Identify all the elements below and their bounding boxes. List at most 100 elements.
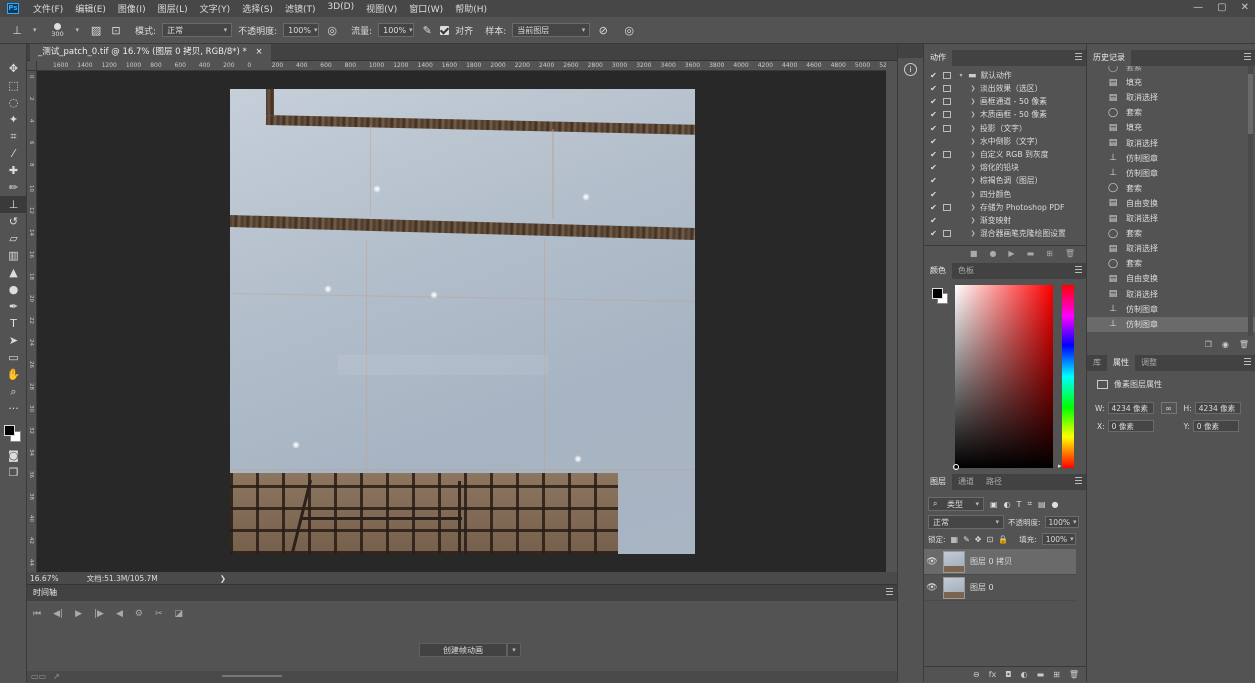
check-icon[interactable]: ✔	[928, 163, 939, 172]
history-state[interactable]: ⊥ 仿制图章	[1087, 166, 1255, 181]
blur-tool-icon[interactable]: ▲	[0, 264, 27, 281]
quick-mask-icon[interactable]: ◙	[0, 447, 27, 464]
settings-icon[interactable]: ⚙	[135, 609, 143, 619]
chevron-right-icon[interactable]: ❯	[968, 138, 978, 145]
check-icon[interactable]: ✔	[928, 110, 939, 119]
color-picker-cursor[interactable]	[953, 464, 959, 470]
history-state[interactable]: ⊥ 仿制图章	[1087, 151, 1255, 166]
visibility-eye-icon[interactable]: 👁	[924, 557, 940, 567]
check-icon[interactable]: ✔	[928, 150, 939, 159]
adjustment-icon[interactable]: ◐	[1021, 670, 1028, 679]
action-item[interactable]: ✔ ❯ 画框通道 - 50 像素	[924, 95, 1087, 108]
zoom-level[interactable]: 16.67%	[30, 574, 59, 583]
check-icon[interactable]: ✔	[928, 97, 939, 106]
magic-wand-tool-icon[interactable]: ✦	[0, 111, 27, 128]
chevron-right-icon[interactable]: ❯	[968, 204, 978, 211]
tab-paths[interactable]: 路径	[980, 474, 1008, 490]
eyedropper-tool-icon[interactable]: ⁄	[0, 145, 27, 162]
action-item[interactable]: ✔ ❯ 棕褐色调（图层）	[924, 174, 1087, 187]
brush-tool-icon[interactable]: ✏	[0, 179, 27, 196]
layer-name[interactable]: 图层 0 拷贝	[970, 556, 1012, 567]
check-icon[interactable]: ✔	[928, 229, 939, 238]
adjustment-filter-icon[interactable]: ◐	[1004, 500, 1011, 509]
type-filter-icon[interactable]: T	[1017, 500, 1022, 509]
canvas-area[interactable]	[37, 71, 886, 572]
menu-item[interactable]: 窗口(W)	[403, 2, 449, 15]
menu-item[interactable]: 3D(D)	[321, 2, 360, 15]
dialog-toggle-icon[interactable]	[943, 98, 951, 106]
audio-icon[interactable]: ◀	[116, 609, 123, 619]
render-icon[interactable]: ↗	[53, 672, 60, 681]
maximize-icon[interactable]: ▢	[1217, 2, 1226, 13]
healing-brush-tool-icon[interactable]: ✚	[0, 162, 27, 179]
history-state[interactable]: ⊥ 仿制图章	[1087, 302, 1255, 317]
record-icon[interactable]: ●	[989, 249, 996, 258]
lock-all-icon[interactable]: 🔒	[998, 535, 1008, 544]
tab-actions[interactable]: 动作	[924, 50, 952, 66]
history-state[interactable]: ⊥ 仿制图章	[1087, 316, 1255, 332]
layer-opacity-input[interactable]: 100% ▾	[1044, 516, 1079, 528]
action-item[interactable]: ✔ ❯ 混合器画笔克隆绘图设置	[924, 227, 1087, 240]
action-item[interactable]: ✔ ❯ 存储为 Photoshop PDF	[924, 201, 1087, 214]
check-icon[interactable]: ✔	[928, 137, 939, 146]
history-state[interactable]: ▤ 自由变换	[1087, 196, 1255, 211]
move-tool-icon[interactable]: ✥	[0, 60, 27, 77]
close-icon[interactable]: ✕	[1241, 2, 1249, 13]
play-icon[interactable]: ▶	[75, 609, 82, 619]
history-state[interactable]: ◯ 套索	[1087, 105, 1255, 120]
check-icon[interactable]: ✔	[928, 216, 939, 225]
pen-tool-icon[interactable]: ✒	[0, 298, 27, 315]
chevron-down-icon[interactable]: ▾	[956, 72, 966, 79]
timeline-tab[interactable]: 时间轴	[33, 588, 57, 597]
chevron-right-icon[interactable]: ❯	[968, 177, 978, 184]
sample-select[interactable]: 当前图层 ▾	[512, 23, 591, 37]
menu-item[interactable]: 帮助(H)	[449, 2, 493, 15]
trash-icon[interactable]: 🗑	[1239, 340, 1249, 349]
panel-menu-icon[interactable]	[1075, 53, 1082, 60]
foreground-color-swatch[interactable]	[4, 425, 15, 436]
new-document-from-state-icon[interactable]: ❐	[1205, 340, 1212, 349]
stop-icon[interactable]: ■	[970, 249, 978, 258]
snapshot-icon[interactable]: ◉	[1222, 340, 1229, 349]
link-proportions-icon[interactable]: ∞	[1160, 402, 1177, 414]
shape-filter-icon[interactable]: ⌗	[1027, 499, 1032, 509]
mask-icon[interactable]: ◘	[1005, 670, 1011, 679]
chevron-right-icon[interactable]: ❯	[968, 125, 978, 132]
dialog-toggle-icon[interactable]	[943, 72, 951, 79]
lasso-tool-icon[interactable]: ◌	[0, 94, 27, 111]
dialog-toggle-icon[interactable]	[943, 191, 951, 198]
history-state[interactable]: ▤ 取消选择	[1087, 211, 1255, 226]
action-item[interactable]: ✔ ❯ 自定义 RGB 到灰度	[924, 148, 1087, 161]
chevron-right-icon[interactable]: ❯	[968, 151, 978, 158]
lock-transparent-icon[interactable]: ▦	[951, 535, 959, 544]
history-brush-tool-icon[interactable]: ↺	[0, 213, 27, 230]
gradient-tool-icon[interactable]: ▥	[0, 247, 27, 264]
dialog-toggle-icon[interactable]	[943, 138, 951, 145]
flow-input[interactable]: 100% ▾	[378, 23, 415, 37]
convert-icon[interactable]: ▭▭	[31, 672, 46, 681]
menu-item[interactable]: 编辑(E)	[69, 2, 112, 15]
action-item[interactable]: ✔ ❯ 熔化的铅块	[924, 161, 1087, 174]
marquee-tool-icon[interactable]: ⬚	[0, 77, 27, 94]
layer-name[interactable]: 图层 0	[970, 582, 994, 593]
height-input[interactable]: 4234 像素	[1194, 402, 1241, 414]
dialog-toggle-icon[interactable]	[943, 151, 951, 158]
check-icon[interactable]: ✔	[928, 203, 939, 212]
tab-properties[interactable]: 属性	[1107, 355, 1135, 371]
check-icon[interactable]: ✔	[928, 71, 939, 80]
hue-slider-handle[interactable]: ▸	[1058, 462, 1062, 470]
pressure-opacity-icon[interactable]: ◎	[325, 23, 339, 37]
clone-source-icon[interactable]: ⊡	[109, 23, 123, 37]
screen-mode-icon[interactable]: ❐	[0, 464, 27, 481]
smart-object-filter-icon[interactable]: ▤	[1038, 500, 1046, 509]
layer-row[interactable]: 👁 图层 0	[924, 575, 1076, 601]
lock-position-icon[interactable]: ✥	[975, 535, 982, 544]
more-tools-icon[interactable]: ···	[0, 400, 27, 417]
clone-stamp-tool-icon[interactable]: ⊥	[10, 23, 24, 37]
zoom-slider[interactable]	[222, 675, 282, 677]
new-action-icon[interactable]: ⊞	[1046, 249, 1053, 258]
panel-menu-icon[interactable]	[1075, 266, 1082, 273]
chevron-right-icon[interactable]: ❯	[968, 217, 978, 224]
history-scrollbar[interactable]	[1248, 66, 1253, 336]
layer-kind-filter[interactable]: ⌕ 类型 ▾	[928, 497, 984, 511]
